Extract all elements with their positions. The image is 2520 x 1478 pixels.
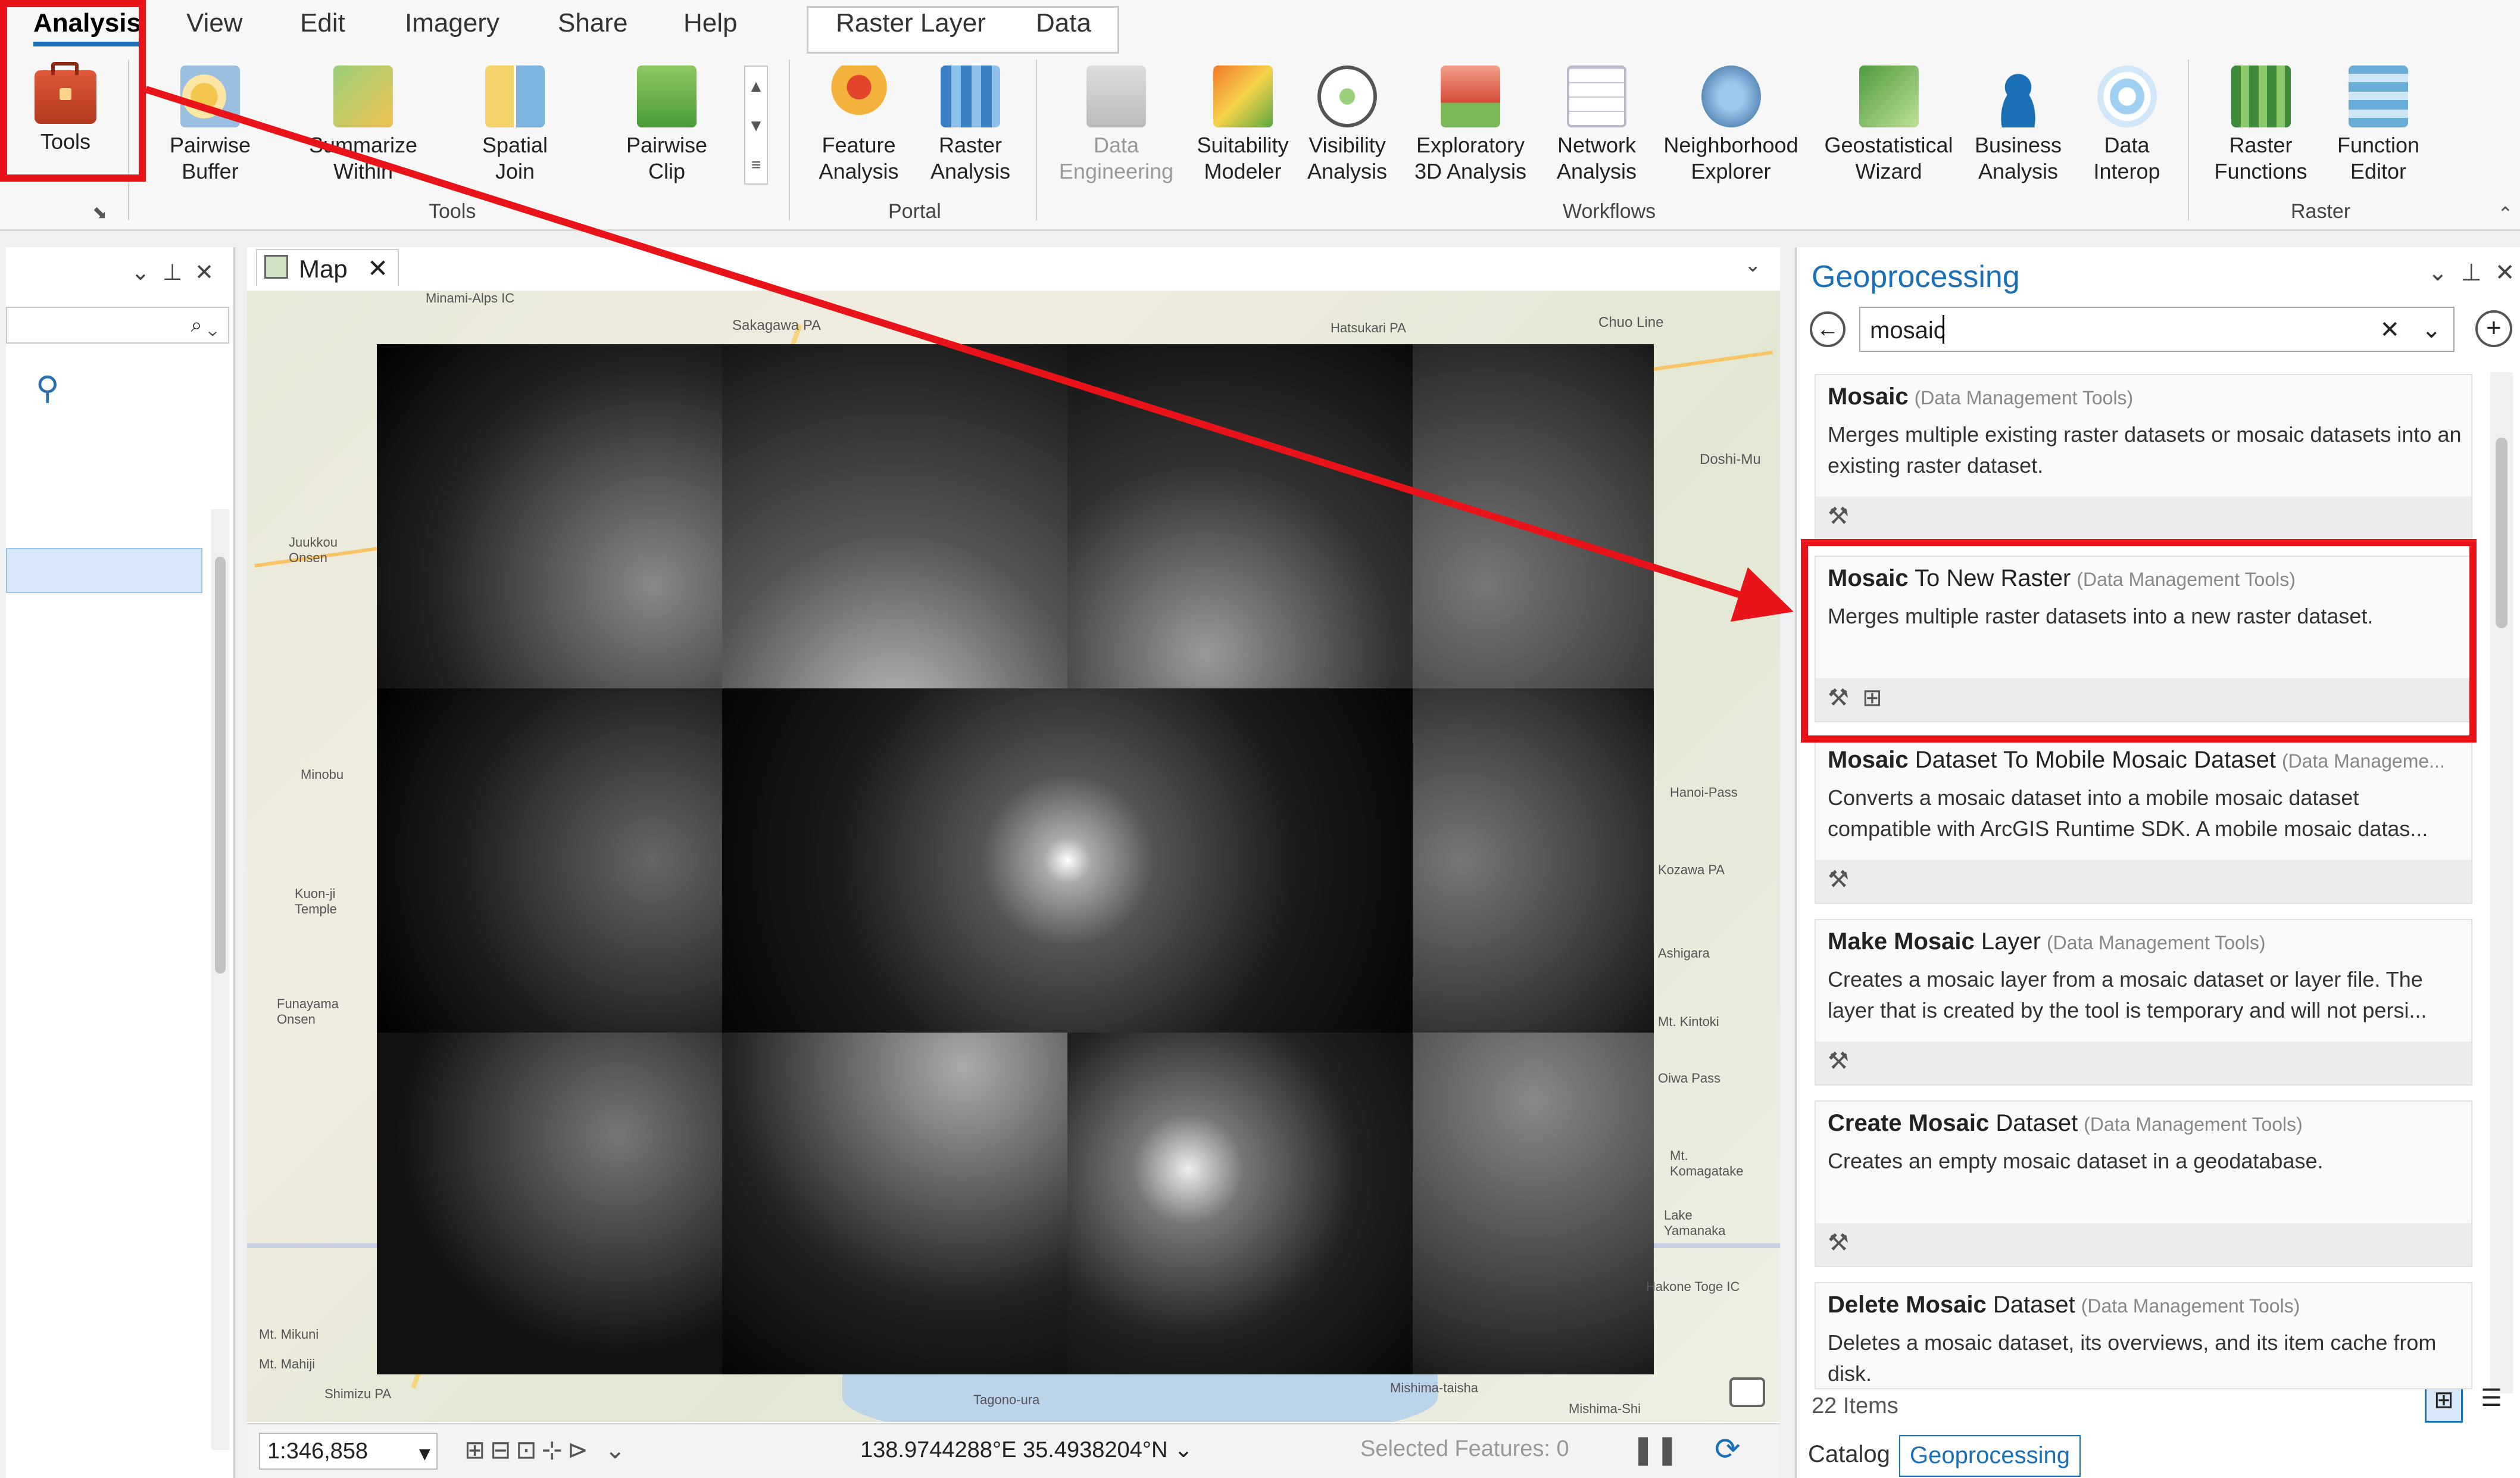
annotation-arrow [145, 86, 1794, 622]
